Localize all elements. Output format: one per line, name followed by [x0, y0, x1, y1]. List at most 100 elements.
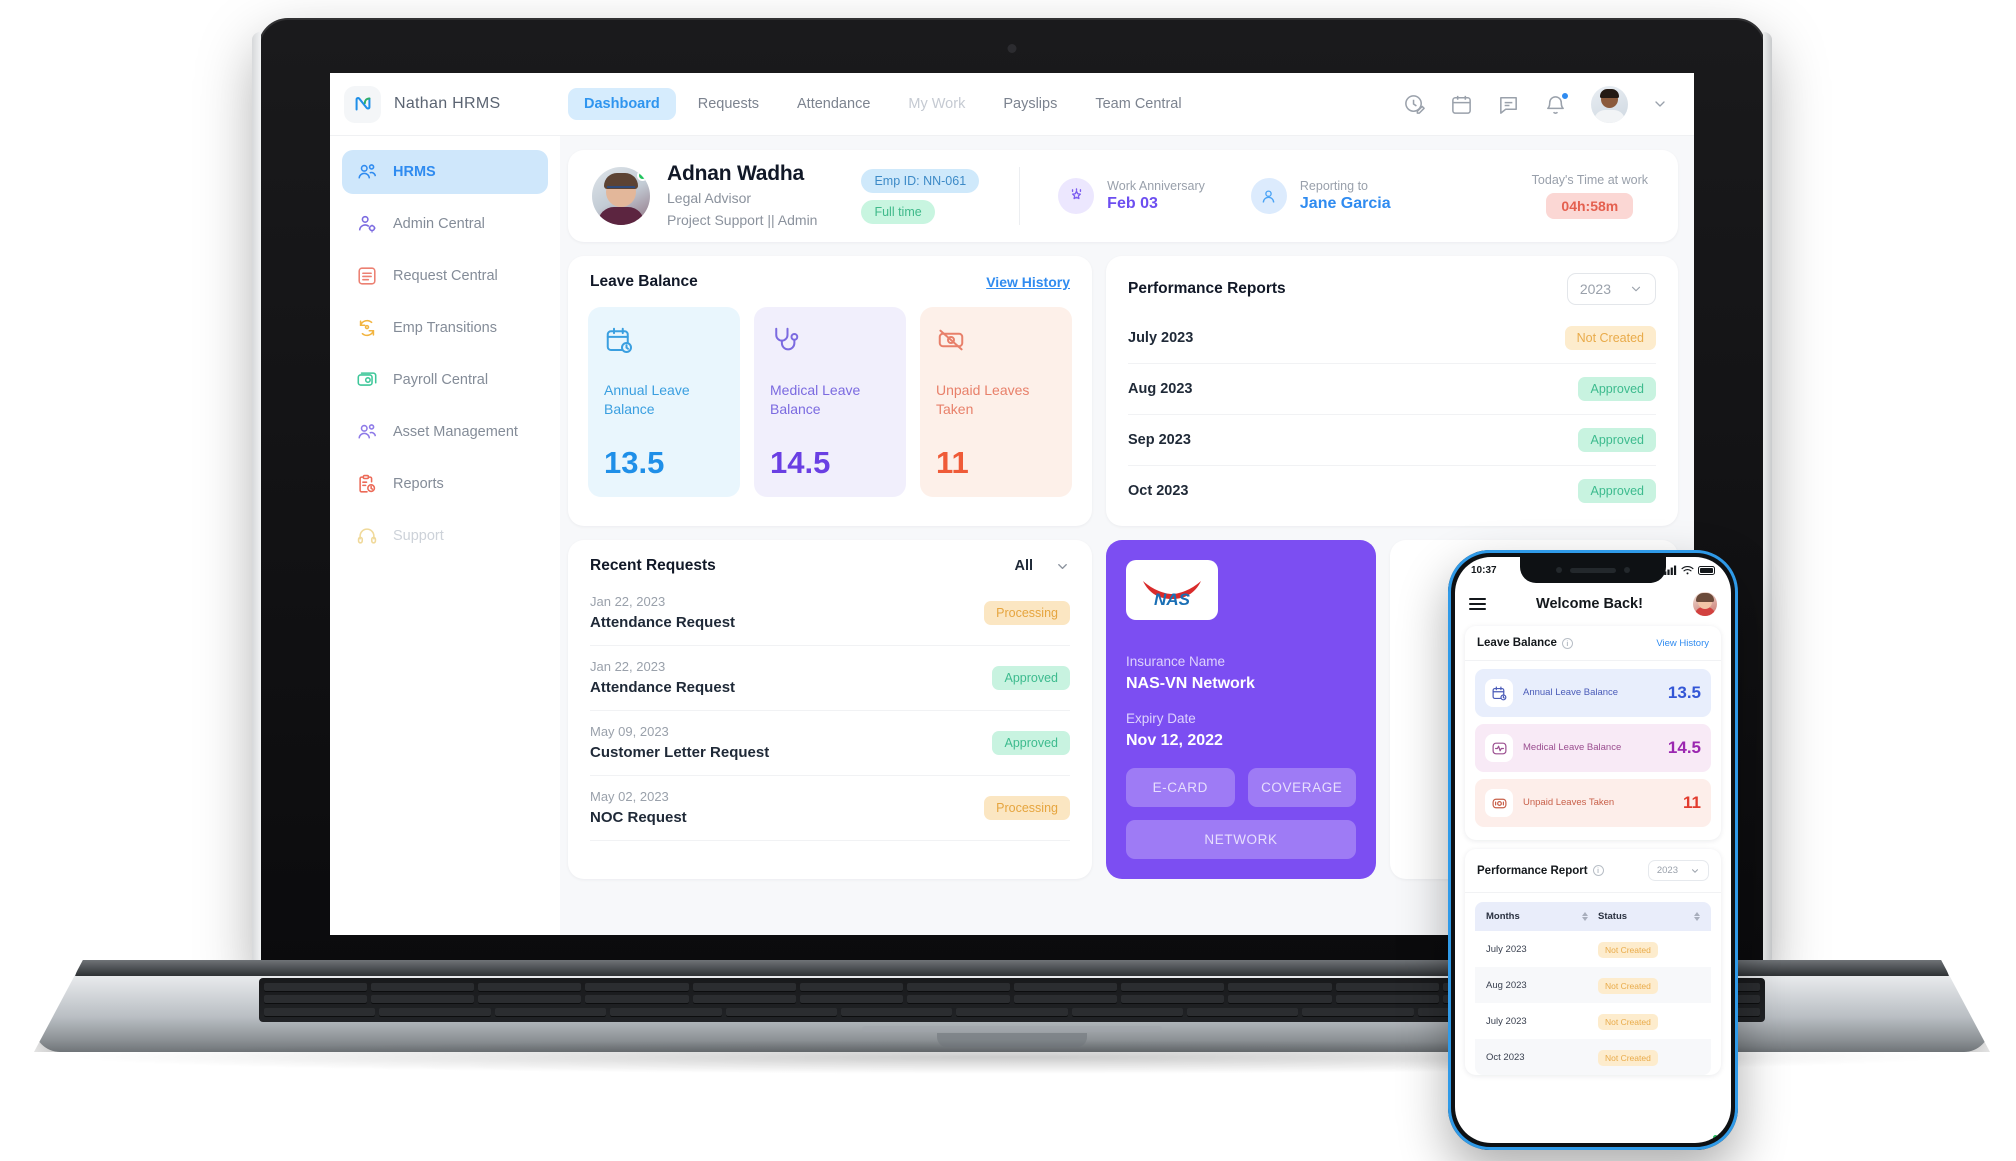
table-row[interactable]: Oct 2023 Not Created — [1475, 1039, 1711, 1075]
signal-icon — [1664, 565, 1677, 575]
top-nav-tabs: Dashboard Requests Attendance My Work Pa… — [568, 88, 1198, 120]
time-edit-icon[interactable] — [1403, 93, 1426, 116]
bell-icon[interactable] — [1544, 91, 1569, 116]
table-row[interactable]: July 2023 Not Created — [1475, 1003, 1711, 1039]
status-time: 10:37 — [1471, 564, 1497, 576]
chevron-down-icon[interactable] — [1652, 96, 1668, 112]
calendar-icon[interactable] — [1450, 93, 1473, 116]
phone-leave-value: 11 — [1683, 793, 1701, 812]
heartbeat-icon — [1485, 734, 1513, 762]
lid-edge-left — [252, 32, 261, 962]
avatar[interactable] — [1693, 592, 1717, 616]
requests-filter-select[interactable]: All — [1014, 558, 1070, 574]
chat-icon[interactable] — [1497, 93, 1520, 116]
phone-performance-label: Performance Report — [1477, 864, 1588, 877]
user-icon — [1250, 178, 1287, 214]
sidebar-item-support[interactable]: Support — [342, 514, 548, 558]
sidebar-item-request-central[interactable]: Request Central — [342, 254, 548, 298]
table-row[interactable]: Sep 2023 Approved — [1128, 415, 1656, 466]
view-history-link[interactable]: View History — [986, 274, 1070, 290]
tab-dashboard[interactable]: Dashboard — [568, 88, 676, 120]
tab-team-central[interactable]: Team Central — [1079, 88, 1197, 120]
nathan-logo-icon — [344, 85, 381, 123]
request-title: Customer Letter Request — [590, 744, 770, 761]
info-icon[interactable]: i — [1592, 865, 1604, 876]
status-badge: Not Created — [1598, 1050, 1658, 1066]
online-status-dot — [637, 170, 648, 181]
network-button[interactable]: NETWORK — [1126, 820, 1356, 859]
table-row[interactable]: May 09, 2023 Customer Letter Request App… — [590, 711, 1070, 776]
leave-tile-annual[interactable]: Annual Leave Balance 13.5 — [588, 307, 740, 497]
leave-tile-value: 11 — [936, 444, 969, 480]
coverage-button[interactable]: COVERAGE — [1247, 768, 1356, 807]
sort-icon[interactable] — [1582, 912, 1588, 921]
sidebar-item-label: Support — [393, 528, 444, 544]
table-row[interactable]: May 02, 2023 NOC Request Processing — [590, 776, 1070, 841]
transfer-icon — [356, 317, 378, 339]
table-row[interactable]: Jan 22, 2023 Attendance Request Processi… — [590, 581, 1070, 646]
table-row[interactable]: Oct 2023 Approved — [1128, 466, 1656, 516]
request-title: Attendance Request — [590, 614, 736, 631]
sidebar-item-asset-management[interactable]: Asset Management — [342, 410, 548, 454]
phone-leave-row-unpaid[interactable]: Unpaid Leaves Taken 11 — [1475, 779, 1711, 827]
sidebar-item-payroll-central[interactable]: Payroll Central — [342, 358, 548, 402]
table-row[interactable]: Jan 22, 2023 Attendance Request Approved — [590, 646, 1070, 711]
status-badge: Not Created — [1598, 942, 1658, 958]
year-select[interactable]: 2023 — [1647, 860, 1709, 881]
star-badge-icon — [1058, 178, 1095, 214]
leave-tile-value: 13.5 — [604, 444, 665, 480]
sidebar-item-reports[interactable]: Reports — [342, 462, 548, 506]
sidebar-item-admin-central[interactable]: Admin Central — [342, 202, 548, 246]
phone-leave-value: 13.5 — [1667, 683, 1701, 702]
avatar[interactable] — [1591, 85, 1628, 123]
time-at-work: Today's Time at work 04h:58m — [1532, 173, 1654, 219]
phone-leave-row-medical[interactable]: Medical Leave Balance 14.5 — [1475, 724, 1711, 772]
recent-requests-card: Recent Requests All Jan 22, 2023 Attenda… — [568, 540, 1092, 879]
leave-tile-medical[interactable]: Medical Leave Balance 14.5 — [754, 307, 906, 497]
phone-leave-row-annual[interactable]: Annual Leave Balance 13.5 — [1475, 669, 1711, 717]
reporting-to-value: Jane Garcia — [1299, 195, 1391, 212]
notification-badge — [1561, 91, 1569, 100]
sort-icon[interactable] — [1694, 912, 1700, 921]
sidebar-item-label: Asset Management — [393, 424, 518, 440]
table-row[interactable]: July 2023 Not Created — [1475, 931, 1711, 967]
lid-edge-right — [1763, 32, 1772, 962]
menu-icon[interactable] — [1469, 597, 1486, 611]
phone-leave-balance-label: Leave Balance — [1477, 637, 1557, 649]
top-bar-actions — [1403, 85, 1668, 123]
tab-payslips[interactable]: Payslips — [987, 88, 1073, 120]
sidebar-item-label: Request Central — [393, 268, 498, 284]
phone-perf-month: July 2023 — [1486, 1015, 1527, 1027]
profile-badges: Emp ID: NN-061 Full time — [861, 168, 980, 224]
phone-perf-month: July 2023 — [1486, 943, 1527, 955]
table-row[interactable]: July 2023 Not Created — [1128, 313, 1656, 364]
leave-balance-title: Leave Balance — [590, 273, 698, 290]
table-row[interactable]: Aug 2023 Not Created — [1475, 967, 1711, 1003]
table-row[interactable]: Aug 2023 Approved — [1128, 364, 1656, 415]
insurance-card: NAS Insurance Name NAS-VN Network Expiry… — [1106, 540, 1376, 879]
user-gear-icon — [356, 213, 378, 235]
tab-requests[interactable]: Requests — [682, 88, 775, 120]
sidebar-item-emp-transitions[interactable]: Emp Transitions — [342, 306, 548, 350]
profile-info: Adnan Wadha Legal Advisor Project Suppor… — [667, 162, 817, 230]
phone-perf-month: Aug 2023 — [1486, 979, 1527, 991]
year-select[interactable]: 2023 — [1566, 273, 1656, 305]
view-history-link[interactable]: View History — [1656, 638, 1709, 649]
leave-tile-unpaid[interactable]: Unpaid Leaves Taken 11 — [920, 307, 1072, 497]
leave-balance-card: Leave Balance View History Annual Leave … — [568, 256, 1092, 526]
status-badge: Not Created — [1564, 326, 1656, 350]
ecard-button[interactable]: E-CARD — [1126, 768, 1235, 807]
tab-attendance[interactable]: Attendance — [781, 88, 886, 120]
top-bar: Nathan HRMS Dashboard Requests Attendanc… — [330, 73, 1694, 136]
people-icon — [356, 421, 378, 443]
tab-my-work[interactable]: My Work — [892, 88, 981, 120]
chevron-down-icon — [1058, 563, 1067, 569]
info-icon[interactable]: i — [1561, 637, 1573, 649]
sidebar-item-label: Admin Central — [393, 216, 485, 232]
people-icon — [356, 161, 378, 183]
sidebar-item-hrms[interactable]: HRMS — [342, 150, 548, 194]
work-anniversary-label: Work Anniversary — [1107, 179, 1205, 193]
battery-icon — [1698, 565, 1715, 575]
recent-requests-list: Jan 22, 2023 Attendance Request Processi… — [568, 579, 1092, 855]
brand: Nathan HRMS — [330, 85, 560, 123]
